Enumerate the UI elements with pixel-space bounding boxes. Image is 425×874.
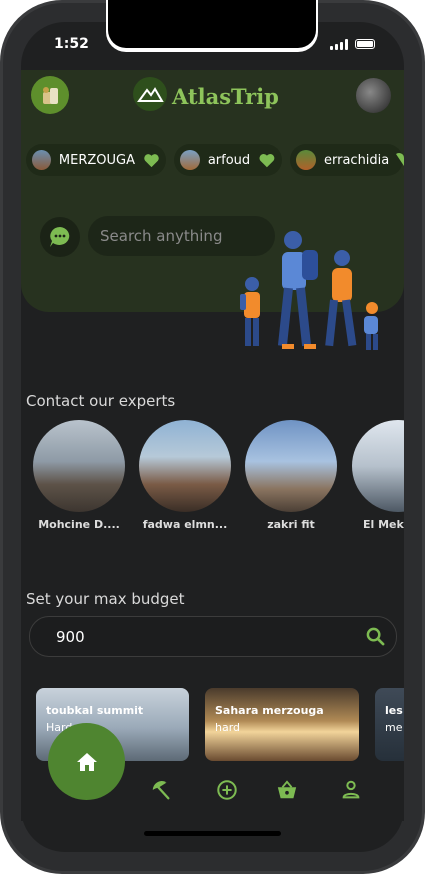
destination-chip[interactable]: MERZOUGA [26,144,166,176]
logo-icon [133,77,167,111]
chat-button[interactable] [40,217,80,257]
user-avatar[interactable] [356,78,391,113]
destination-chip[interactable]: arfoud [174,144,282,176]
expert-photo [245,420,337,512]
expert-card[interactable]: zakri fit [245,420,337,531]
umbrella-icon[interactable] [150,779,172,801]
expert-name: zakri fit [267,518,315,531]
expert-photo [33,420,125,512]
expert-card[interactable]: El Mekk [352,420,404,531]
destination-chip[interactable]: errachidia [290,144,403,176]
basket-icon[interactable] [276,779,298,801]
destination-thumbnail [180,150,200,170]
app-title: AtlasTrip [172,84,279,109]
notch [108,0,316,48]
home-indicator [144,831,281,836]
profile-avatar[interactable] [31,76,69,114]
search-icon[interactable] [366,627,385,646]
status-icons [330,37,375,51]
expert-card[interactable]: Mohcine D.... [33,420,125,531]
expert-name: fadwa elmn... [142,518,228,531]
trip-level: me [385,721,403,734]
destination-label: arfoud [207,152,251,168]
heart-icon[interactable] [258,152,276,168]
add-circle-icon[interactable] [216,779,238,801]
trip-card[interactable]: les me [375,688,404,761]
budget-input[interactable] [54,626,338,647]
heart-icon[interactable] [396,152,404,168]
person-icon[interactable] [340,779,362,801]
destination-thumbnail [296,150,316,170]
hikers-illustration [240,231,378,350]
trip-level: hard [215,721,241,734]
budget-title: Set your max budget [26,590,185,608]
battery-icon [355,39,375,49]
expert-name: Mohcine D.... [38,518,120,531]
travel-bag-icon [43,87,58,104]
trip-card[interactable]: Sahara merzouga hard [205,688,359,761]
destination-thumbnail [32,150,51,170]
chat-icon [50,227,70,247]
experts-title: Contact our experts [26,392,176,410]
expert-photo [352,420,404,512]
status-time: 1:52 [54,36,89,52]
destination-label: MERZOUGA [58,152,135,168]
trip-title: Sahara merzouga [215,704,324,717]
expert-card[interactable]: fadwa elmn... [139,420,231,531]
home-icon [76,752,97,771]
budget-field[interactable] [29,616,397,657]
expert-photo [139,420,231,512]
nav-home-button[interactable] [48,723,125,800]
trip-title: toubkal summit [46,704,144,717]
heart-icon[interactable] [143,152,160,168]
trip-title: les [385,704,403,717]
signal-icon [330,38,348,50]
expert-name: El Mekk [363,518,404,531]
destination-label: errachidia [324,152,390,168]
